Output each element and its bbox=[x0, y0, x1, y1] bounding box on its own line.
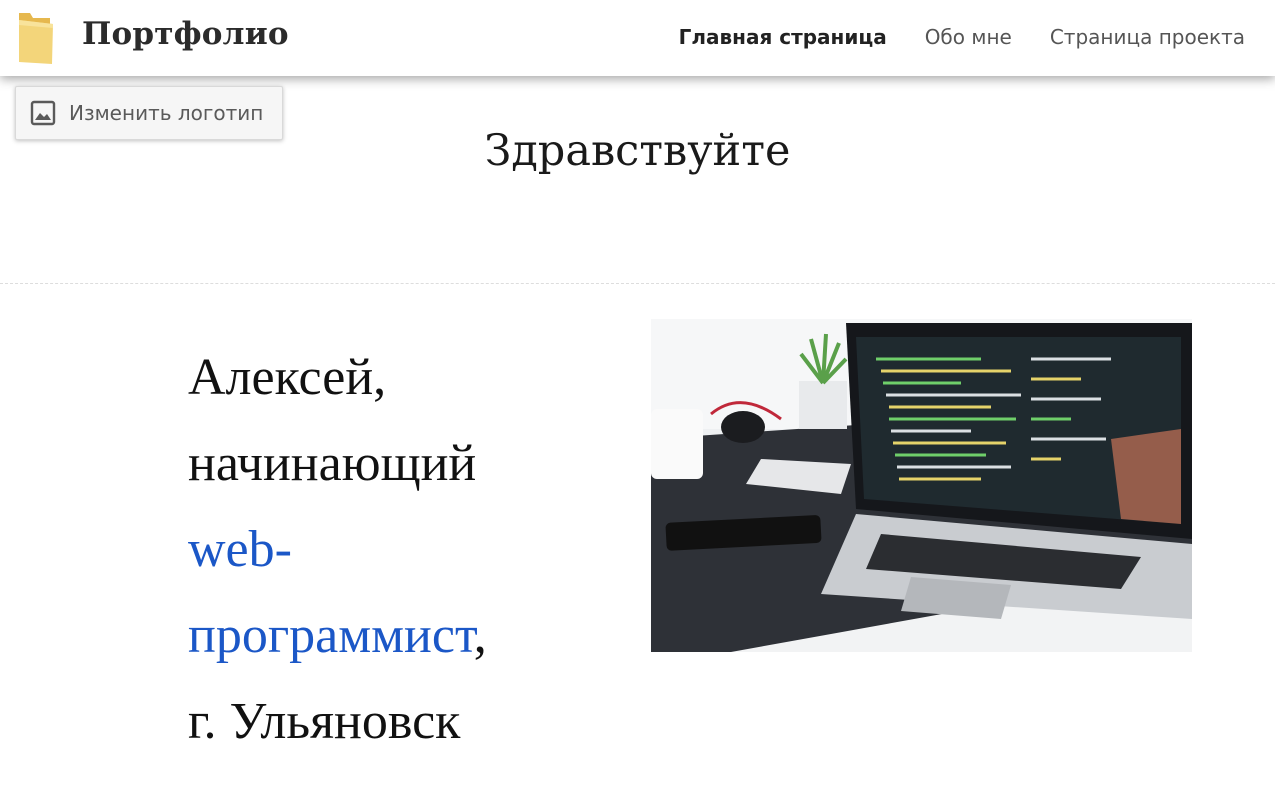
change-logo-label: Изменить логотип bbox=[69, 101, 264, 125]
intro-text: Алексей, начинающий web- программист, г.… bbox=[188, 335, 608, 765]
section-divider bbox=[0, 283, 1275, 284]
nav-about[interactable]: Обо мне bbox=[925, 25, 1012, 49]
site-header: Портфолио Главная страница Обо мне Стран… bbox=[0, 0, 1275, 76]
intro-name: Алексей, bbox=[188, 349, 387, 406]
intro-role-prefix: начинающий bbox=[188, 435, 477, 492]
intro-role-line: программист, bbox=[188, 593, 608, 679]
nav-project[interactable]: Страница проекта bbox=[1050, 25, 1245, 49]
intro-city: г. Ульяновск bbox=[188, 693, 461, 750]
intro-role-programmer: программист bbox=[188, 607, 474, 664]
nav-home[interactable]: Главная страница bbox=[679, 25, 887, 49]
laptop-photo bbox=[651, 319, 1192, 652]
laptop-photo-illustration bbox=[651, 319, 1192, 652]
folder-icon[interactable] bbox=[16, 8, 56, 66]
change-logo-button[interactable]: Изменить логотип bbox=[15, 86, 283, 140]
image-icon bbox=[30, 100, 56, 126]
intro-role-web: web- bbox=[188, 521, 292, 578]
intro-role-comma: , bbox=[473, 607, 487, 664]
main-nav: Главная страница Обо мне Страница проект… bbox=[679, 25, 1245, 49]
site-title[interactable]: Портфолио bbox=[82, 16, 289, 52]
